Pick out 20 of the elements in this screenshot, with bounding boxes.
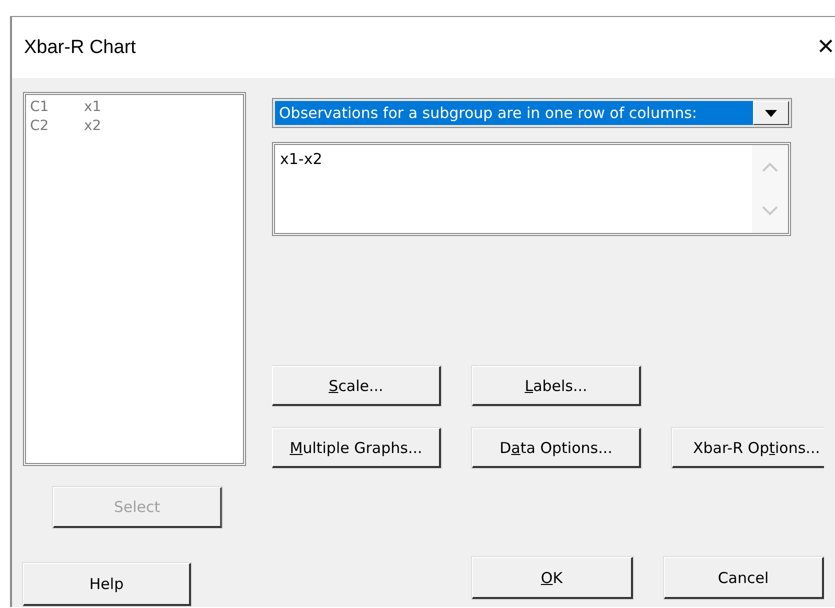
option-button[interactable]: Data Options... xyxy=(472,428,641,468)
window-title: Xbar-R Chart xyxy=(24,36,136,58)
dialog-button[interactable]: Cancel xyxy=(664,557,824,599)
scroll-down-icon[interactable] xyxy=(762,206,778,216)
option-button[interactable]: Labels... xyxy=(472,366,641,406)
dropdown-value: Observations for a subgroup are in one row of columns: xyxy=(275,101,753,125)
column-id[interactable]: C1 xyxy=(30,98,84,117)
close-button[interactable]: ✕ xyxy=(814,35,835,60)
scroll-up-icon[interactable] xyxy=(762,162,778,172)
option-button[interactable]: Multiple Graphs... xyxy=(272,428,441,468)
option-button[interactable]: Scale... xyxy=(272,366,441,406)
field-value: x1-x2 xyxy=(279,149,322,168)
dialog-button[interactable]: OK xyxy=(472,557,632,599)
help-button[interactable]: Help xyxy=(23,563,191,606)
option-button[interactable]: Xbar-R Options... xyxy=(672,428,824,468)
column-id[interactable]: C2 xyxy=(30,117,84,136)
variable-name[interactable]: x2 xyxy=(84,117,102,136)
variable-name[interactable]: x1 xyxy=(84,98,102,117)
data-layout-dropdown[interactable]: Observations for a subgroup are in one row of columns: xyxy=(272,98,792,128)
columns-field[interactable]: x1-x2 xyxy=(272,142,791,236)
